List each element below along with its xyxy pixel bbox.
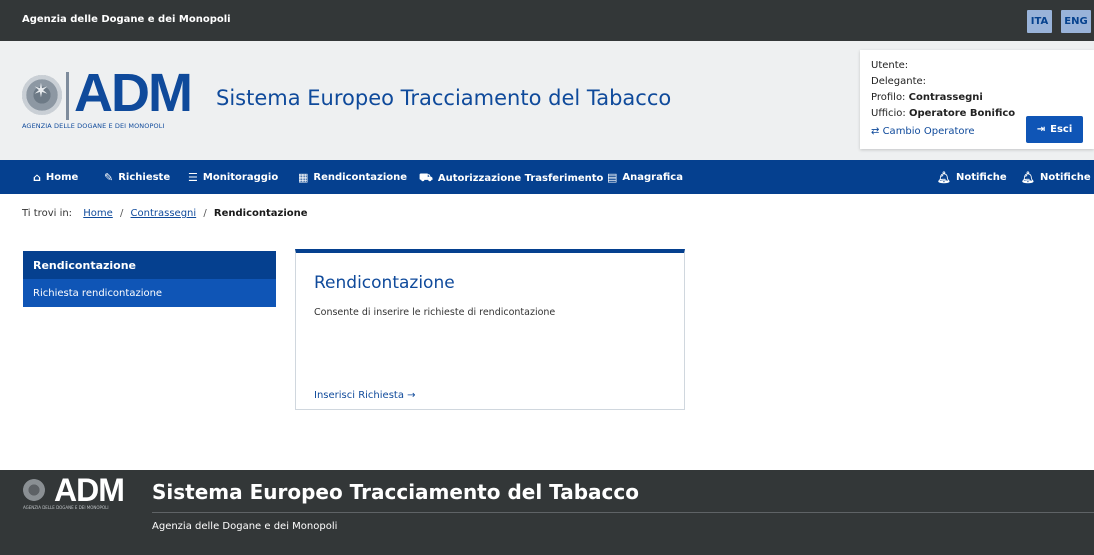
nav-item-monitoraggio[interactable]: ☰ Monitoraggio	[188, 171, 278, 184]
ufficio-label: Ufficio:	[871, 108, 906, 119]
breadcrumb-home-link[interactable]: Home	[83, 208, 113, 219]
profilo-value: Contrassegni	[908, 92, 983, 103]
list-icon: ☰	[188, 171, 198, 184]
side-menu-item[interactable]: Richiesta rendicontazione	[23, 279, 276, 307]
nav-label: Rendicontazione	[313, 172, 408, 183]
nav-item-anagrafica[interactable]: ▤ Anagrafica	[607, 171, 683, 184]
breadcrumb-label: Ti trovi in:	[22, 208, 73, 219]
nav-item-richieste[interactable]: ✎ Richieste	[104, 171, 170, 184]
breadcrumb-separator: /	[203, 208, 207, 219]
nav-item-notifiche[interactable]: 🔔︎ Notifiche	[937, 171, 1007, 184]
breadcrumb-contrassegni-link[interactable]: Contrassegni	[131, 208, 197, 219]
logout-button[interactable]: ⇥ Esci	[1026, 116, 1083, 143]
arrow-right-icon: →	[407, 390, 416, 401]
main-navbar: ⌂ Home ✎ Richieste ☰ Monitoraggio ▦ Rend…	[0, 160, 1094, 194]
side-menu-title[interactable]: Rendicontazione	[33, 259, 136, 272]
calculator-icon: ▦	[298, 171, 309, 184]
nav-item-rendicontazione[interactable]: ▦ Rendicontazione	[298, 171, 407, 184]
nav-item-home[interactable]: ⌂ Home	[33, 171, 78, 184]
utente-label: Utente:	[871, 60, 909, 71]
inserisci-richiesta-link[interactable]: Inserisci Richiesta →	[314, 390, 416, 401]
logout-label: Esci	[1050, 124, 1073, 135]
ufficio-value: Operatore Bonifico	[908, 108, 1016, 119]
logout-icon: ⇥	[1036, 124, 1046, 135]
ufficio-line: Ufficio: Operatore Bonifico	[871, 108, 1015, 119]
logo-divider	[66, 72, 69, 120]
edit-icon: ✎	[104, 171, 114, 184]
footer-emblem-icon	[23, 479, 45, 501]
nav-label: Richieste	[118, 172, 171, 183]
nav-label: Monitoraggio	[202, 172, 279, 183]
card-description: Consente di inserire le richieste di ren…	[314, 307, 556, 318]
footer-adm-logo: ADM	[54, 472, 125, 508]
nav-label: Notifiche	[955, 172, 1007, 183]
file-icon: ▤	[607, 171, 618, 184]
side-menu: Rendicontazione Richiesta rendicontazion…	[23, 251, 276, 307]
nav-label: Anagrafica	[622, 172, 683, 183]
profilo-line: Profilo: Contrassegni	[871, 92, 983, 103]
nav-label: Autorizzazione Trasferimento	[437, 173, 604, 184]
top-bar: Agenzia delle Dogane e dei Monopoli	[0, 0, 1094, 41]
truck-icon: ⛟	[419, 171, 433, 184]
swap-icon: ⇄	[871, 126, 880, 137]
nav-item-notifiche-2[interactable]: 🔔︎ Notifiche	[1021, 171, 1091, 184]
card-link-label: Inserisci Richiesta	[314, 390, 404, 401]
lang-ita-button[interactable]: ITA	[1027, 10, 1052, 33]
lang-eng-button[interactable]: ENG	[1061, 10, 1091, 33]
site-title: Sistema Europeo Tracciamento del Tabacco	[216, 86, 672, 110]
delegante-label: Delegante:	[871, 76, 927, 87]
nav-item-autorizzazione[interactable]: ⛟ Autorizzazione Trasferimento	[419, 171, 603, 186]
profilo-label: Profilo:	[871, 92, 906, 103]
home-icon: ⌂	[33, 171, 41, 184]
star-icon: ✶	[33, 80, 49, 102]
footer-subtitle: Agenzia delle Dogane e dei Monopoli	[152, 521, 338, 532]
card-title: Rendicontazione	[314, 273, 455, 293]
adm-logo-subtitle: AGENZIA DELLE DOGANE E DEI MONOPOLI	[22, 122, 165, 130]
nav-label: Notifiche	[1039, 172, 1091, 183]
footer-logo-subtitle: AGENZIA DELLE DOGANE E DEI MONOPOLI	[23, 505, 109, 510]
rendicontazione-card: Rendicontazione Consente di inserire le …	[295, 249, 685, 410]
breadcrumb-current: Rendicontazione	[213, 208, 308, 219]
footer-divider	[152, 512, 1094, 513]
agency-name: Agenzia delle Dogane e dei Monopoli	[22, 14, 231, 25]
nav-label: Home	[45, 172, 79, 183]
side-menu-item-label: Richiesta rendicontazione	[33, 288, 163, 299]
cambio-operatore-label: Cambio Operatore	[882, 126, 975, 137]
footer-title: Sistema Europeo Tracciamento del Tabacco	[152, 480, 639, 504]
breadcrumb: Ti trovi in: Home / Contrassegni / Rendi…	[22, 208, 308, 219]
adm-logo[interactable]: ADM	[74, 66, 193, 120]
bell-icon: 🔔︎	[937, 171, 951, 184]
cambio-operatore-link[interactable]: ⇄ Cambio Operatore	[871, 126, 975, 137]
bell-icon: 🔔︎	[1021, 171, 1035, 184]
breadcrumb-separator: /	[119, 208, 124, 219]
